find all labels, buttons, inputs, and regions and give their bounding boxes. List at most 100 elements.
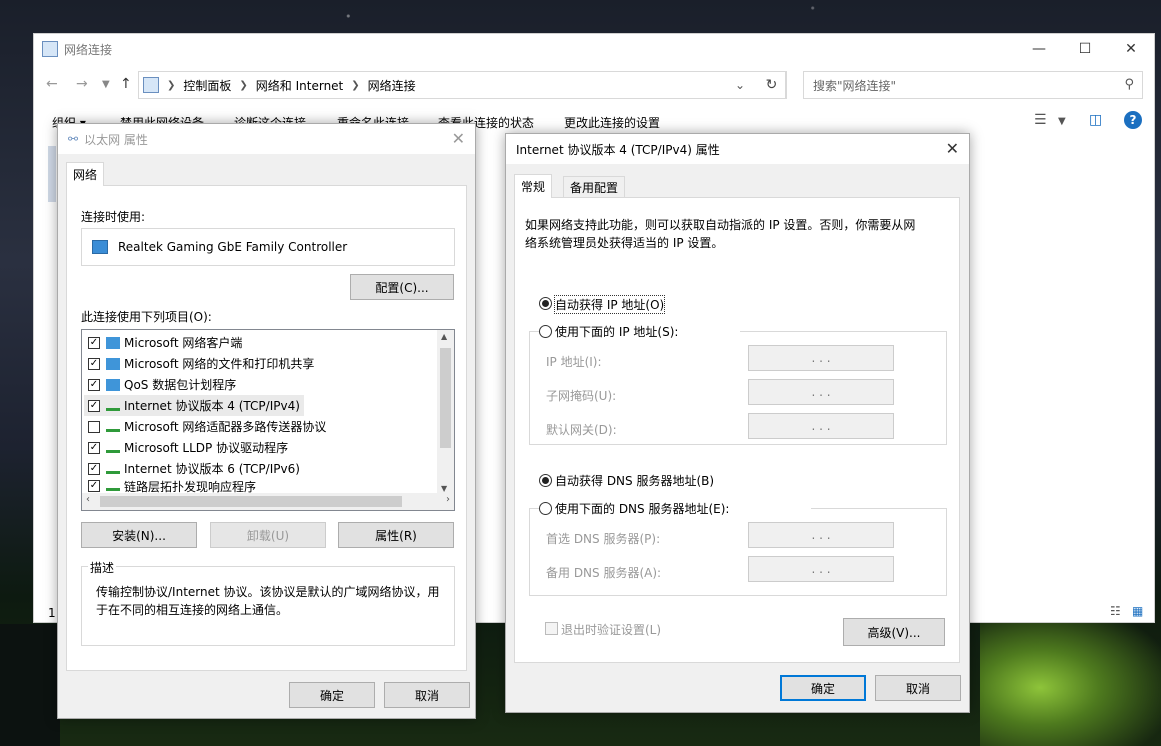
alternate-dns-field[interactable]: . . . [748, 556, 894, 582]
list-item[interactable]: ✓ Microsoft 网络的文件和打印机共享 [88, 353, 314, 374]
preferred-dns-label: 首选 DNS 服务器(P): [546, 532, 661, 546]
item-checkbox[interactable]: ✓ [88, 336, 100, 349]
address-dropdown-icon[interactable]: ⌄ [735, 78, 745, 92]
close-icon[interactable]: ✕ [946, 139, 959, 158]
uninstall-button[interactable]: 卸载(U) [210, 522, 326, 548]
list-item[interactable]: ✓ 链路层拓扑发现响应程序 [88, 479, 256, 493]
ip-address-field[interactable]: . . . [748, 345, 894, 371]
large-icons-view-icon[interactable]: ▦ [1132, 604, 1143, 618]
forward-arrow-icon[interactable]: → [76, 76, 88, 92]
adapter-name: Realtek Gaming GbE Family Controller [118, 240, 348, 254]
minimize-icon[interactable]: — [1016, 34, 1062, 64]
auto-dns-label[interactable]: 自动获得 DNS 服务器地址(B) [555, 472, 714, 489]
change-settings-button[interactable]: 更改此连接的设置 [564, 114, 660, 131]
address-bar[interactable]: ❯ 控制面板 ❯ 网络和 Internet ❯ 网络连接 ⌄ [138, 71, 786, 99]
breadcrumb-network-internet[interactable]: 网络和 Internet [256, 77, 343, 94]
tab-alternate-config[interactable]: 备用配置 [563, 176, 626, 198]
subnet-mask-label: 子网掩码(U): [546, 389, 617, 403]
components-list[interactable]: ✓ Microsoft 网络客户端 ✓ Microsoft 网络的文件和打印机共享 … [81, 329, 455, 511]
description-group: 描述 传输控制协议/Internet 协议。该协议是默认的广域网络协议，用 于在… [81, 559, 455, 646]
description-label: 描述 [88, 559, 117, 576]
breadcrumb-network-connections[interactable]: 网络连接 [368, 77, 416, 94]
item-checkbox[interactable]: ✓ [88, 357, 100, 370]
validate-on-exit-checkbox[interactable] [545, 622, 558, 635]
ok-button[interactable]: 确定 [780, 675, 866, 701]
description-text-line1: 传输控制协议/Internet 协议。该协议是默认的广域网络协议，用 [96, 585, 440, 599]
search-input[interactable]: 搜索"网络连接" ⚲ [803, 71, 1143, 99]
auto-ip-radio[interactable] [539, 297, 552, 310]
description-text-line2: 于在不同的相互连接的网络上通信。 [96, 603, 289, 617]
status-item-count: 1 [48, 606, 56, 620]
ethernet-dialog-title: 以太网 属性 [84, 132, 148, 147]
horizontal-scroll-thumb[interactable] [100, 496, 402, 507]
list-item-label: Microsoft 网络客户端 [124, 336, 243, 350]
qos-icon [106, 378, 120, 391]
network-client-icon [106, 336, 120, 349]
control-panel-icon [143, 77, 159, 93]
item-checkbox[interactable]: ✓ [88, 480, 100, 492]
list-item-selected[interactable]: ✓ Internet 协议版本 4 (TCP/IPv4) [84, 395, 304, 416]
list-item[interactable]: Microsoft 网络适配器多路传送器协议 [88, 416, 326, 437]
vertical-scrollbar[interactable]: ▲ ▼ [437, 330, 454, 495]
alternate-dns-dots: . . . [811, 562, 831, 576]
scroll-up-icon[interactable]: ▲ [441, 332, 447, 341]
configure-button[interactable]: 配置(C)... [350, 274, 454, 300]
back-arrow-icon[interactable]: ← [46, 76, 58, 92]
validate-on-exit-label[interactable]: 退出时验证设置(L) [561, 621, 661, 638]
scroll-down-icon[interactable]: ▼ [441, 484, 447, 493]
ip-address-dots: . . . [811, 351, 831, 365]
protocol-icon [106, 401, 120, 411]
maximize-icon[interactable]: ☐ [1062, 34, 1108, 64]
refresh-button[interactable]: ↻ [757, 71, 787, 99]
horizontal-scrollbar[interactable]: ‹ › [82, 493, 454, 510]
item-checkbox[interactable]: ✓ [88, 441, 100, 454]
item-checkbox[interactable]: ✓ [88, 378, 100, 391]
dns-group-border-left [529, 508, 539, 509]
view-options-icon[interactable]: ☰ [1034, 112, 1047, 128]
details-view-icon[interactable]: ☷ [1110, 604, 1121, 618]
properties-button[interactable]: 属性(R) [338, 522, 454, 548]
preview-pane-icon[interactable]: ◫ [1089, 112, 1102, 128]
list-item-label: Microsoft 网络的文件和打印机共享 [124, 357, 315, 371]
auto-ip-label[interactable]: 自动获得 IP 地址(O) [553, 295, 666, 314]
cancel-button[interactable]: 取消 [384, 682, 470, 708]
breadcrumb-control-panel[interactable]: 控制面板 [183, 77, 231, 94]
ok-button[interactable]: 确定 [289, 682, 375, 708]
default-gateway-label: 默认网关(D): [546, 423, 617, 437]
view-dropdown-icon[interactable]: ▼ [1058, 116, 1066, 127]
search-placeholder: 搜索"网络连接" [813, 78, 897, 93]
up-arrow-icon[interactable]: ↑ [120, 76, 132, 92]
connection-item-thumbnail[interactable] [48, 146, 56, 202]
close-icon[interactable]: ✕ [452, 129, 465, 148]
tab-general[interactable]: 常规 [514, 174, 553, 198]
item-checkbox[interactable]: ✓ [88, 399, 100, 412]
list-item[interactable]: ✓ Internet 协议版本 6 (TCP/IPv6) [88, 458, 300, 479]
subnet-mask-field[interactable]: . . . [748, 379, 894, 405]
preferred-dns-field[interactable]: . . . [748, 522, 894, 548]
item-checkbox[interactable] [88, 420, 100, 433]
vertical-scroll-thumb[interactable] [440, 348, 451, 448]
scroll-right-icon[interactable]: › [446, 494, 450, 505]
breadcrumb-separator-icon: ❯ [239, 79, 248, 91]
advanced-button[interactable]: 高级(V)... [843, 618, 945, 646]
item-checkbox[interactable]: ✓ [88, 462, 100, 475]
cancel-button[interactable]: 取消 [875, 675, 961, 701]
protocol-icon [106, 464, 120, 474]
scroll-left-icon[interactable]: ‹ [86, 494, 90, 505]
protocol-icon [106, 481, 120, 491]
auto-dns-radio[interactable] [539, 474, 552, 487]
ipv4-dialog-title: Internet 协议版本 4 (TCP/IPv4) 属性 [516, 142, 720, 157]
default-gateway-field[interactable]: . . . [748, 413, 894, 439]
help-icon[interactable]: ? [1124, 111, 1142, 129]
list-item[interactable]: ✓ Microsoft 网络客户端 [88, 332, 242, 353]
close-icon[interactable]: ✕ [1108, 34, 1154, 64]
window-controls: — ☐ ✕ [1016, 34, 1154, 64]
recent-dropdown-icon[interactable]: ▼ [102, 79, 110, 90]
install-button[interactable]: 安装(N)... [81, 522, 197, 548]
list-item[interactable]: ✓ Microsoft LLDP 协议驱动程序 [88, 437, 288, 458]
list-item-label: QoS 数据包计划程序 [124, 378, 237, 392]
intro-text-line1: 如果网络支持此功能，则可以获取自动指派的 IP 设置。否则，你需要从网 [525, 218, 916, 232]
network-connections-icon [42, 41, 58, 57]
list-item[interactable]: ✓ QoS 数据包计划程序 [88, 374, 236, 395]
tab-network[interactable]: 网络 [66, 162, 105, 186]
